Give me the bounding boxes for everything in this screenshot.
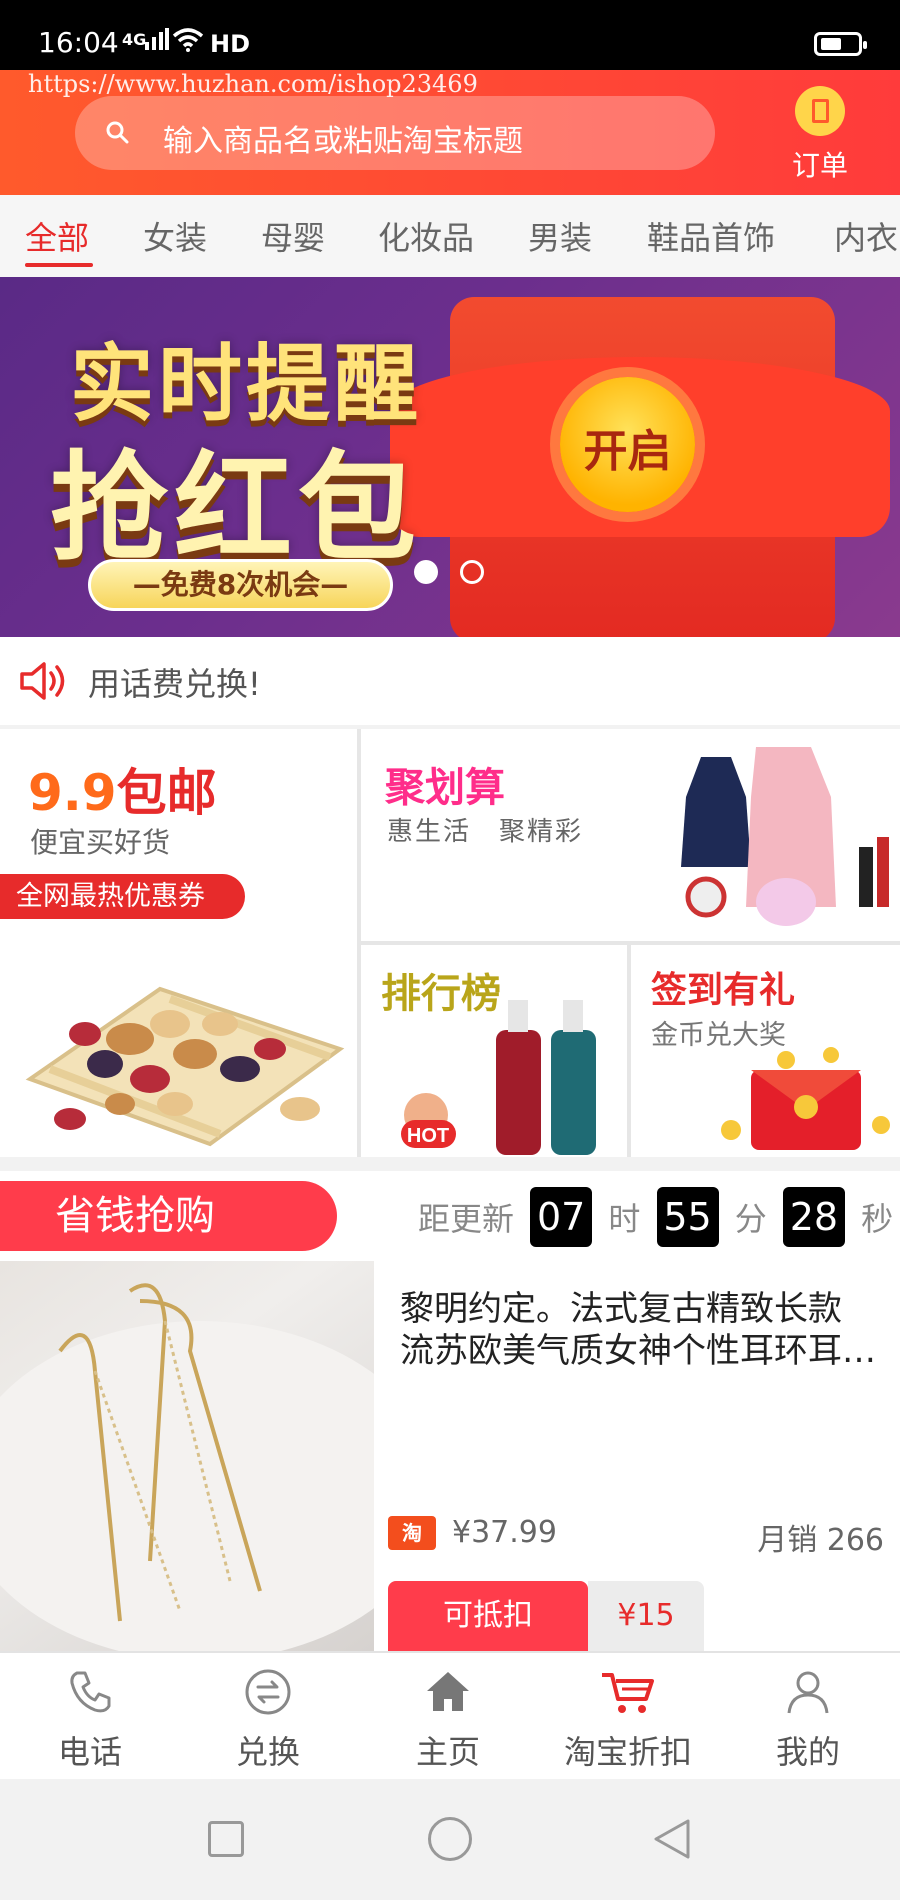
banner-free-chances: —免费8次机会—: [88, 559, 393, 611]
system-navigation-bar: [0, 1779, 900, 1900]
nav-exchange[interactable]: 兑换: [188, 1667, 348, 1773]
promo-cheap[interactable]: 9.9包邮 便宜买好货 全网最热优惠券: [0, 729, 357, 1157]
countdown-prefix: 距更新: [418, 1200, 515, 1238]
countdown-timer: 距更新 07 时 55 分 28 秒: [412, 1187, 899, 1247]
active-tab-indicator: [25, 263, 93, 267]
tab-shoes-jewelry[interactable]: 鞋品首饰: [647, 213, 775, 259]
notice-bar[interactable]: 用话费兑换!: [0, 637, 900, 725]
red-envelope-coins-image: [721, 1047, 890, 1150]
shampoo-products-image: HOT: [401, 1000, 596, 1155]
product-title-line2: 流苏欧美气质女神个性耳环耳…: [400, 1331, 876, 1371]
promo-grid: 9.9包邮 便宜买好货 全网最热优惠券 聚划算 惠生活 聚精彩 排行榜 HOT …: [0, 729, 900, 1157]
home-icon: [427, 1672, 469, 1711]
carousel-dot[interactable]: [460, 560, 484, 584]
minutes-unit: 分: [734, 1200, 767, 1238]
hd-indicator: HD: [210, 30, 251, 58]
order-button[interactable]: 订单: [780, 86, 860, 186]
cheap-subtitle: 便宜买好货: [30, 826, 171, 859]
order-icon: [795, 86, 845, 136]
home-circle-icon[interactable]: [428, 1817, 472, 1861]
header: https://www.huzhan.com/ishop23469 输入商品名或…: [0, 70, 900, 195]
network-type: 4G: [122, 30, 147, 49]
tab-cosmetics[interactable]: 化妆品: [378, 213, 474, 259]
status-bar: 16:04 4G HD: [0, 0, 900, 70]
cart-icon: [602, 1673, 654, 1713]
product-title[interactable]: 黎明约定。法式复古精致长款 流苏欧美气质女神个性耳环耳…: [400, 1288, 880, 1372]
back-icon[interactable]: [650, 1817, 692, 1861]
tab-all[interactable]: 全部: [25, 213, 89, 259]
earrings-image: [0, 1283, 374, 1651]
bottom-navigation: 电话 兑换 主页 淘宝折扣 我的: [0, 1651, 900, 1779]
promo-signin[interactable]: 签到有礼 金币兑大奖: [631, 945, 900, 1157]
hours-unit: 时: [608, 1200, 641, 1238]
promo-juhuasuan[interactable]: 聚划算 惠生活 聚精彩: [361, 729, 900, 941]
flash-sale-label: 省钱抢购: [0, 1181, 337, 1251]
flash-sale-section: 省钱抢购 距更新 07 时 55 分 28 秒 黎明约定。法式复古精致长款 流苏…: [0, 1171, 900, 1651]
product-title-line1: 黎明约定。法式复古精致长款: [400, 1289, 842, 1329]
nav-exchange-label: 兑换: [235, 1733, 300, 1771]
nav-mine[interactable]: 我的: [728, 1667, 888, 1773]
seconds-unit: 秒: [861, 1200, 894, 1238]
carousel-dot-active[interactable]: [414, 560, 438, 584]
countdown-hours: 07: [530, 1187, 593, 1247]
product-image[interactable]: [0, 1261, 374, 1651]
deduct-button[interactable]: 可抵扣: [388, 1581, 588, 1651]
promo-banner[interactable]: 开启 实时提醒 抢红包 —免费8次机会—: [0, 277, 900, 637]
category-tabs: 全部 女装 母婴 化妆品 男装 鞋品首饰 内衣: [0, 195, 900, 277]
recent-apps-icon[interactable]: [208, 1821, 244, 1857]
tab-baby[interactable]: 母婴: [261, 213, 325, 259]
juhuasuan-title: 聚划算: [385, 765, 505, 811]
countdown-minutes: 55: [656, 1187, 719, 1247]
nav-home-label: 主页: [415, 1733, 480, 1771]
countdown-seconds: 28: [782, 1187, 845, 1247]
taobao-badge: 淘: [388, 1516, 436, 1550]
nav-mine-label: 我的: [775, 1733, 840, 1771]
nav-taobao-discount[interactable]: 淘宝折扣: [548, 1667, 708, 1773]
search-icon: [106, 121, 129, 144]
cheap-title: 9.9包邮: [28, 764, 217, 822]
nuts-product-image: [25, 986, 345, 1147]
notice-text: 用话费兑换!: [88, 665, 261, 703]
wifi-icon: [172, 28, 204, 52]
nav-home[interactable]: 主页: [368, 1667, 528, 1773]
hot-badge: HOT: [407, 1125, 449, 1147]
signin-title: 签到有礼: [651, 970, 796, 1011]
order-label: 订单: [791, 149, 848, 182]
signal-icon: [145, 28, 169, 50]
juhuasuan-subtitle: 惠生活 聚精彩: [387, 817, 584, 847]
banner-title-line2: 抢红包: [50, 439, 423, 577]
status-time: 16:04: [38, 26, 119, 59]
open-envelope-button[interactable]: 开启: [560, 377, 695, 512]
exchange-icon: [245, 1669, 291, 1715]
battery-icon: [814, 32, 867, 56]
speaker-icon: [20, 662, 65, 700]
nav-taobao-discount-label: 淘宝折扣: [563, 1733, 692, 1771]
fashion-products-image: [681, 747, 889, 926]
nav-phone-label: 电话: [57, 1733, 122, 1771]
phone-icon: [70, 1671, 111, 1713]
promo-ranking[interactable]: 排行榜 HOT: [361, 945, 627, 1157]
nav-phone[interactable]: 电话: [10, 1667, 170, 1773]
user-icon: [787, 1671, 829, 1714]
hot-coupon-tag: 全网最热优惠券: [0, 874, 245, 919]
monthly-sales: 月销 266: [757, 1523, 884, 1558]
search-placeholder: 输入商品名或粘贴淘宝标题: [163, 124, 523, 159]
tab-underwear[interactable]: 内衣: [834, 213, 898, 259]
watermark-url: https://www.huzhan.com/ishop23469: [28, 70, 478, 98]
product-price: ¥37.99: [452, 1515, 557, 1550]
tab-womens[interactable]: 女装: [143, 213, 207, 259]
open-button-label: 开启: [583, 426, 672, 477]
deduct-amount[interactable]: ¥15: [588, 1581, 704, 1651]
search-input[interactable]: 输入商品名或粘贴淘宝标题: [75, 96, 715, 170]
tab-mens[interactable]: 男装: [528, 213, 592, 259]
